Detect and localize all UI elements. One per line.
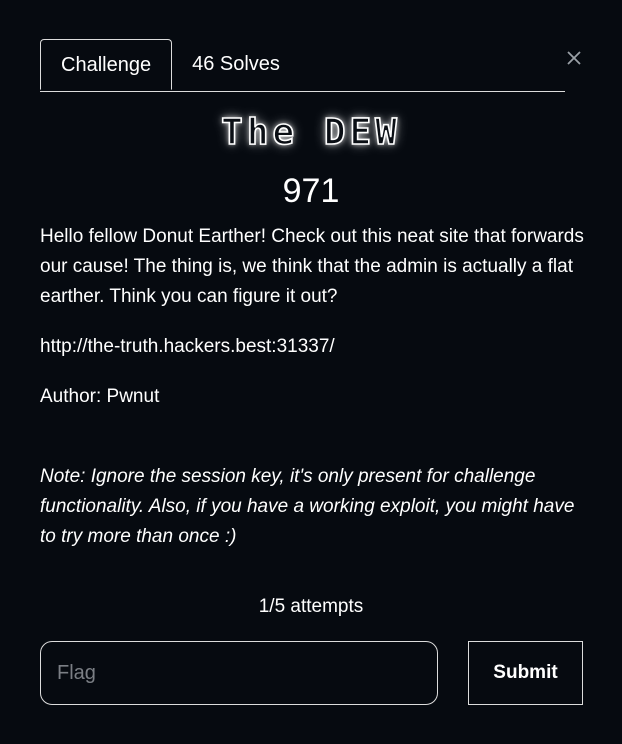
tab-challenge[interactable]: Challenge	[40, 39, 173, 90]
challenge-title: The DEW	[220, 111, 401, 154]
challenge-url: http://the-truth.hackers.best:31337/	[40, 336, 335, 357]
submit-button[interactable]: Submit	[468, 641, 583, 705]
challenge-modal: Challenge 46 Solves The DEW 971 Hello fe…	[0, 0, 622, 744]
challenge-points: 971	[282, 172, 340, 210]
tab-solves[interactable]: 46 Solves	[172, 39, 300, 91]
close-button[interactable]	[565, 49, 583, 67]
tab-bar: Challenge 46 Solves	[40, 39, 565, 92]
description-text: Hello fellow Donut Earther! Check out th…	[40, 226, 584, 307]
flag-input[interactable]	[40, 641, 438, 705]
challenge-note: Note: Ignore the session key, it's only …	[40, 466, 575, 547]
close-icon	[567, 51, 581, 65]
challenge-description: Hello fellow Donut Earther! Check out th…	[40, 222, 585, 552]
attempts-counter: 1/5 attempts	[258, 596, 364, 617]
challenge-author: Author: Pwnut	[40, 386, 160, 407]
